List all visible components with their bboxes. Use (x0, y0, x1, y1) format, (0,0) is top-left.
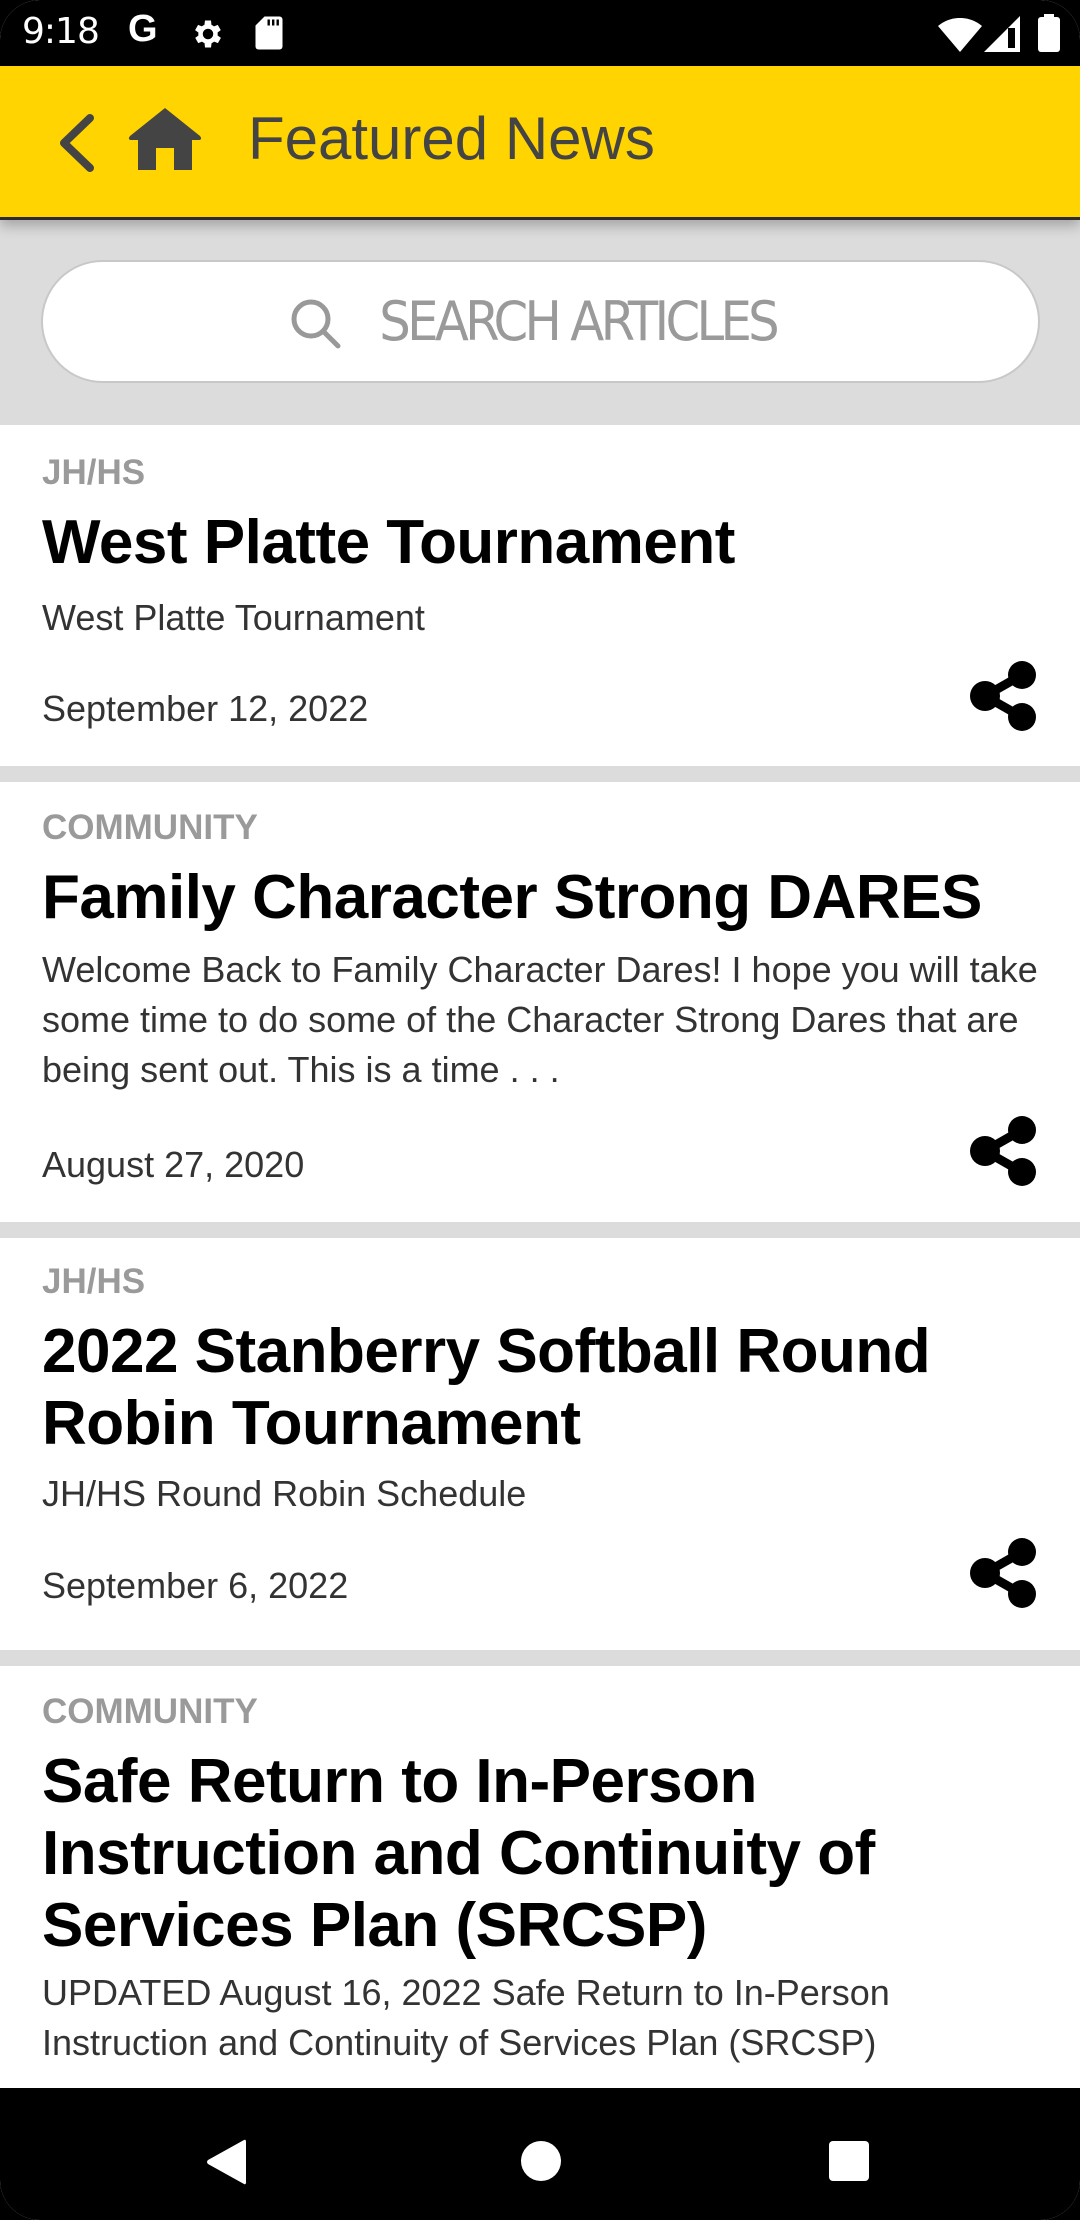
share-button[interactable] (968, 1115, 1040, 1187)
signal-icon (984, 16, 1022, 57)
divider (0, 1222, 1080, 1238)
recents-square-icon (829, 2141, 869, 2181)
page-title: Featured News (248, 105, 655, 172)
nav-recents-button[interactable] (828, 2140, 870, 2187)
home-circle-icon (521, 2141, 561, 2181)
search-input[interactable]: SEARCH ARTICLES (41, 260, 1040, 383)
article-title[interactable]: 2022 Stanberry Softball Round Robin Tour… (42, 1316, 1042, 1460)
article-summary: Welcome Back to Family Character Dares! … (42, 949, 1038, 1090)
article-title[interactable]: Safe Return to In-Person Instruction and… (42, 1746, 1042, 1962)
share-icon (970, 661, 1036, 731)
home-icon (128, 108, 202, 170)
app-bar: Featured News (0, 66, 1080, 220)
home-button[interactable] (126, 104, 204, 174)
back-button[interactable] (52, 108, 102, 178)
gear-icon (190, 16, 226, 57)
status-bar: 9:18 G (0, 0, 1080, 66)
article-category: JH/HS (42, 1262, 146, 1301)
article-category: COMMUNITY (42, 1692, 258, 1731)
search-area: SEARCH ARTICLES (0, 220, 1080, 425)
article-category: COMMUNITY (42, 808, 258, 847)
article-summary: West Platte Tournament (42, 597, 425, 638)
wifi-icon (938, 17, 982, 57)
battery-icon (1038, 14, 1060, 57)
article-card[interactable]: COMMUNITY Safe Return to In-Person Instr… (0, 1666, 1080, 2106)
chevron-left-icon (60, 114, 94, 172)
system-nav-bar (0, 2088, 1080, 2220)
divider (0, 1650, 1080, 1666)
status-time: 9:18 (22, 11, 100, 52)
google-icon: G (128, 8, 158, 50)
divider (0, 766, 1080, 782)
article-date: September 6, 2022 (42, 1565, 349, 1606)
search-placeholder: SEARCH ARTICLES (379, 290, 779, 353)
article-date: September 12, 2022 (42, 688, 369, 729)
article-summary: UPDATED August 16, 2022 Safe Return to I… (42, 1972, 890, 2063)
article-list: JH/HS West Platte Tournament West Platte… (0, 425, 1080, 2106)
article-title[interactable]: West Platte Tournament (42, 507, 735, 579)
nav-home-button[interactable] (520, 2140, 562, 2187)
share-button[interactable] (968, 1537, 1040, 1609)
article-category: JH/HS (42, 453, 146, 492)
article-date: August 27, 2020 (42, 1144, 305, 1185)
screen: 9:18 G Featured News SEARCH ARTICLES JH/… (0, 0, 1080, 2220)
article-summary: JH/HS Round Robin Schedule (42, 1473, 527, 1514)
share-icon (970, 1116, 1036, 1186)
sd-card-icon (254, 15, 284, 56)
nav-back-button[interactable] (204, 2138, 250, 2191)
article-card[interactable]: COMMUNITY Family Character Strong DARES … (0, 782, 1080, 1222)
search-icon (291, 299, 341, 348)
share-icon (970, 1538, 1036, 1608)
back-triangle-icon (207, 2139, 246, 2185)
article-title[interactable]: Family Character Strong DARES (42, 862, 982, 934)
share-button[interactable] (968, 660, 1040, 732)
article-card[interactable]: JH/HS 2022 Stanberry Softball Round Robi… (0, 1238, 1080, 1650)
article-card[interactable]: JH/HS West Platte Tournament West Platte… (0, 425, 1080, 766)
